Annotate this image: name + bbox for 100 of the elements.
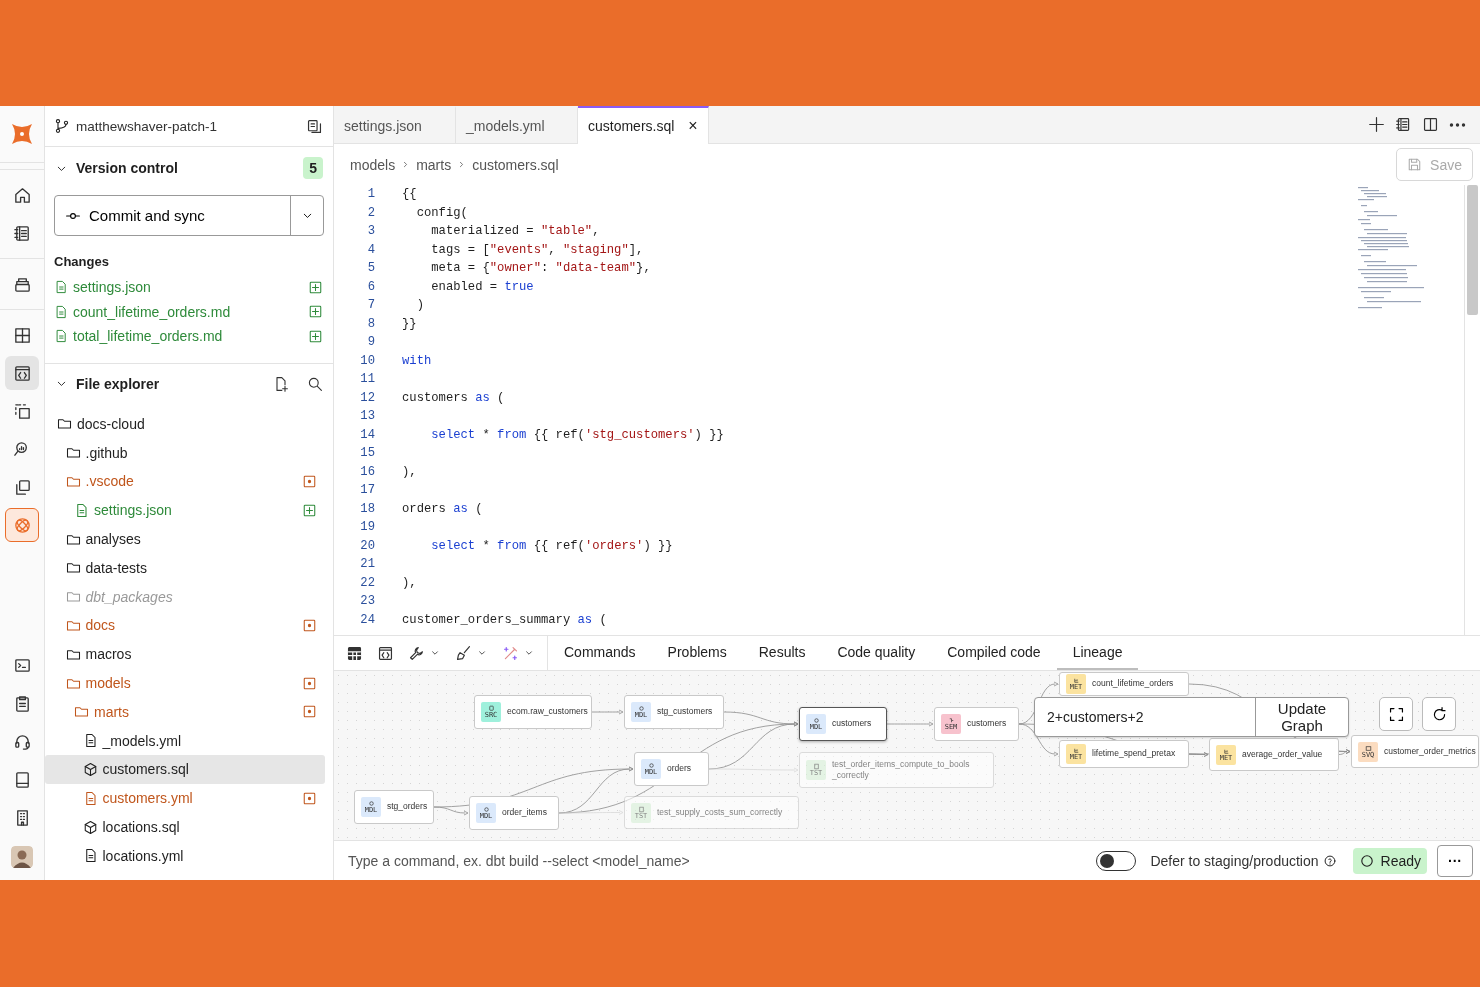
tree-item[interactable]: .github xyxy=(45,438,325,468)
modified-icon xyxy=(302,675,317,691)
modified-icon xyxy=(302,617,317,633)
more-button[interactable] xyxy=(1449,122,1466,127)
breadcrumb-item[interactable]: marts xyxy=(416,156,452,173)
split-view-button[interactable] xyxy=(1422,116,1439,133)
tree-item[interactable]: customers.sql xyxy=(45,755,325,784)
changed-file[interactable]: count_lifetime_orders.md xyxy=(73,303,303,320)
line-number: 19 xyxy=(359,519,375,536)
folder-icon xyxy=(65,474,81,489)
changed-file[interactable]: settings.json xyxy=(73,279,303,296)
node-label: customers xyxy=(832,718,872,730)
new-file-button[interactable] xyxy=(273,375,289,392)
folder-icon xyxy=(74,704,89,720)
code-line: ) xyxy=(415,297,425,314)
breadcrumb-item[interactable]: customers.sql xyxy=(472,156,559,173)
editor-tab[interactable]: settings.json xyxy=(334,106,456,143)
folder-icon xyxy=(65,445,81,461)
tree-item[interactable]: locations.yml xyxy=(45,841,325,871)
file-icon xyxy=(54,304,68,319)
editor-tab[interactable]: customers.sql × xyxy=(578,106,709,144)
notebook-icon xyxy=(12,223,32,243)
code-line: ), xyxy=(402,463,418,481)
graph-selector[interactable]: 2+customers+2 Update Graph xyxy=(1034,697,1349,737)
more-icon xyxy=(1449,122,1466,127)
tree-item[interactable]: marts xyxy=(45,697,325,727)
circle-icon xyxy=(1358,852,1375,869)
avatar[interactable] xyxy=(11,846,33,868)
notebook-button[interactable] xyxy=(1395,116,1412,133)
node-label: stg_customers xyxy=(657,706,713,718)
code-editor-button[interactable] xyxy=(5,356,39,390)
tree-item[interactable]: macros xyxy=(45,639,325,669)
panel-tab[interactable]: Commands xyxy=(548,636,652,670)
tree-item[interactable]: _models.yml xyxy=(45,726,325,756)
toggle-switch[interactable] xyxy=(1096,850,1137,871)
grid-icon xyxy=(12,325,32,345)
fullscreen-button[interactable] xyxy=(1379,697,1413,731)
line-number: 22 xyxy=(359,574,375,592)
status-text: Ready xyxy=(1380,852,1421,869)
count-badge: 5 xyxy=(303,157,323,179)
more-button[interactable]: ··· xyxy=(1437,844,1473,877)
line-number: 16 xyxy=(359,463,375,481)
line-number: 18 xyxy=(359,500,375,518)
section-title: Version control xyxy=(76,160,179,176)
line-number: 12 xyxy=(359,389,375,407)
panel-tab[interactable]: Compiled code xyxy=(931,636,1057,670)
wrench-button[interactable] xyxy=(408,644,441,662)
node-label: ecom.raw_customers xyxy=(507,706,588,718)
code-line: meta = {"owner": "data-team"}, xyxy=(430,260,652,277)
copy-button[interactable] xyxy=(306,117,323,135)
search-button[interactable] xyxy=(307,375,323,392)
new-tab-button[interactable] xyxy=(1368,116,1385,133)
branch-name: matthewshaver-patch-1 xyxy=(76,118,219,134)
magic-wand-button[interactable] xyxy=(502,644,535,662)
node-label: order_items xyxy=(502,807,547,819)
command-field[interactable]: Type a command, ex. dbt build --select <model_name> xyxy=(346,851,1087,870)
section-title: File explorer xyxy=(76,375,161,392)
breadcrumb-item[interactable]: models xyxy=(350,156,396,173)
code-icon xyxy=(12,363,32,383)
line-number: 8 xyxy=(366,315,375,333)
code-line: }} xyxy=(402,315,418,333)
code-line: enabled = true xyxy=(430,278,535,296)
table-button[interactable] xyxy=(346,644,363,662)
panel-tab[interactable]: Problems xyxy=(651,636,743,670)
tree-item[interactable]: locations.sql xyxy=(45,812,325,842)
line-number: 17 xyxy=(359,482,375,499)
tree-item[interactable]: models xyxy=(45,668,325,698)
node-label: test_order_items_compute_to_bools _correctly xyxy=(832,758,971,782)
node-label: stg_orders xyxy=(387,801,428,813)
line-number: 11 xyxy=(359,371,375,388)
line-number: 23 xyxy=(359,593,375,610)
changed-file[interactable]: total_lifetime_orders.md xyxy=(73,328,303,345)
help-icon xyxy=(1322,853,1337,868)
tree-item[interactable]: docs-cloud xyxy=(45,409,325,439)
tree-item[interactable]: docs xyxy=(45,611,325,640)
line-number: 3 xyxy=(366,223,375,240)
tree-item[interactable]: settings.json xyxy=(45,495,325,525)
file-icon xyxy=(74,502,89,518)
logo[interactable] xyxy=(9,121,35,147)
code-line: customer_orders_summary as ( xyxy=(402,611,608,629)
wrench-icon xyxy=(408,644,425,662)
panel-tab[interactable]: Results xyxy=(742,636,822,670)
tree-item[interactable]: data-tests xyxy=(45,553,325,583)
commit-button[interactable]: Commit and sync xyxy=(54,195,324,236)
code-line: materialized = "table", xyxy=(430,223,601,240)
node-label: customers xyxy=(967,718,1007,730)
scrollbar-thumb[interactable] xyxy=(1467,185,1478,315)
selector-field[interactable]: 2+customers+2 xyxy=(1035,698,1256,736)
broom-button[interactable] xyxy=(455,644,488,662)
tree-item[interactable]: customers.yml xyxy=(45,783,325,813)
line-number: 14 xyxy=(359,426,375,444)
node-label: customer_order_metrics xyxy=(1384,745,1476,757)
panel-tab[interactable]: Code quality xyxy=(821,636,932,670)
tree-item[interactable]: .vscode xyxy=(45,467,325,496)
code-button[interactable] xyxy=(377,644,394,662)
tree-item[interactable]: analyses xyxy=(45,524,325,554)
orbit-icon xyxy=(12,515,32,535)
update-graph-button[interactable]: Update Graph xyxy=(1256,698,1348,736)
cube-icon xyxy=(82,819,98,835)
refresh-button[interactable] xyxy=(1422,697,1456,731)
